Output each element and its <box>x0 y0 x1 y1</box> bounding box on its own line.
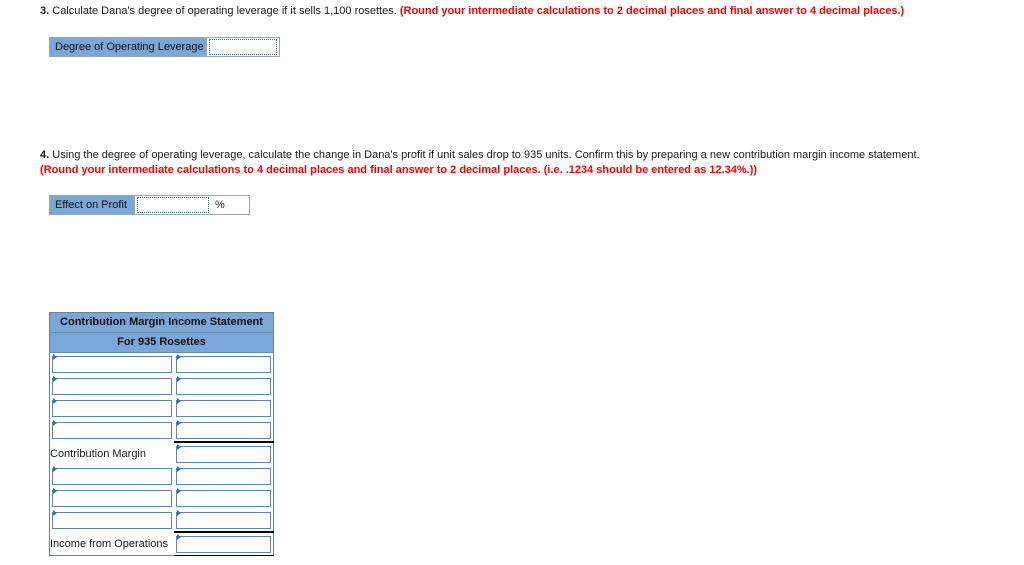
statement-row <box>49 352 274 375</box>
statement-row-value-cell <box>173 531 274 556</box>
question-4-rounding-note: (Round your intermediate calculations to… <box>40 163 758 176</box>
statement-row-value-cell <box>173 487 274 509</box>
question-4-text: Using the degree of operating leverage, … <box>52 149 920 161</box>
statement-title: Contribution Margin Income Statement <box>49 312 274 333</box>
question-4-number: 4. <box>40 149 50 161</box>
statement-row <box>49 509 274 532</box>
question-4-block: 4. Using the degree of operating leverag… <box>40 148 1000 178</box>
statement-title-row: Contribution Margin Income Statement <box>49 312 274 333</box>
question-3-number: 3. <box>40 5 50 17</box>
statement-subtitle: For 935 Rosettes <box>49 332 274 353</box>
statement-row-value-cell <box>173 441 274 465</box>
statement-row-label-input[interactable] <box>52 422 172 439</box>
statement-row-value-input[interactable] <box>175 467 271 485</box>
statement-row-value-input[interactable] <box>175 399 271 417</box>
statement-row-label-input[interactable] <box>52 399 172 417</box>
statement-row-value-cell <box>173 352 274 375</box>
statement-row-label-cell <box>49 375 174 397</box>
effect-on-profit-row: Effect on Profit % <box>49 195 250 215</box>
statement-row <box>49 397 274 419</box>
statement-row <box>49 465 274 487</box>
statement-row: Income from Operations <box>49 531 274 556</box>
effect-on-profit-input[interactable] <box>137 197 209 213</box>
statement-row-label-input[interactable] <box>52 489 172 507</box>
statement-row-label-cell <box>49 397 174 419</box>
question-3-block: 3. Calculate Dana's degree of operating … <box>40 4 1000 19</box>
statement-row-value-input[interactable] <box>175 377 271 395</box>
statement-row-label-input[interactable] <box>52 377 172 395</box>
statement-row-value-input[interactable] <box>175 355 271 373</box>
statement-row <box>49 375 274 397</box>
degree-of-operating-leverage-input[interactable] <box>209 39 277 55</box>
statement-row-value-cell <box>173 419 274 442</box>
statement-row-label-input[interactable] <box>52 355 172 373</box>
statement-subtitle-row: For 935 Rosettes <box>49 332 274 353</box>
statement-row-label: Income from Operations <box>49 532 174 556</box>
statement-row-label: Contribution Margin <box>49 442 174 465</box>
effect-on-profit-unit: % <box>211 196 249 214</box>
statement-row-label-cell <box>49 487 174 509</box>
statement-row-value-input[interactable] <box>175 445 271 463</box>
statement-body: Contribution Margin Income from Operation… <box>49 352 274 556</box>
statement-row: Contribution Margin <box>49 441 274 465</box>
degree-of-operating-leverage-row: Degree of Operating Leverage <box>49 37 280 57</box>
statement-row-value-cell <box>173 375 274 397</box>
contribution-margin-income-statement-table: Contribution Margin Income Statement For… <box>49 312 274 556</box>
statement-row-value-cell <box>173 509 274 532</box>
statement-row-value-input[interactable] <box>175 511 271 529</box>
statement-row <box>49 419 274 442</box>
effect-on-profit-label: Effect on Profit <box>50 196 135 214</box>
statement-row-label-cell <box>49 509 174 532</box>
statement-row-value-cell <box>173 397 274 419</box>
degree-of-operating-leverage-label: Degree of Operating Leverage <box>50 38 207 56</box>
statement-row <box>49 487 274 509</box>
question-3-text: Calculate Dana's degree of operating lev… <box>52 5 397 17</box>
statement-row-label-input[interactable] <box>52 467 172 485</box>
statement-row-label-input[interactable] <box>52 512 172 529</box>
statement-row-value-input[interactable] <box>175 421 271 439</box>
statement-row-value-input[interactable] <box>175 489 271 507</box>
statement-row-value-cell <box>173 465 274 487</box>
statement-row-label-cell <box>49 352 174 375</box>
statement-row-label-cell <box>49 465 174 487</box>
question-3-rounding-note: (Round your intermediate calculations to… <box>399 5 905 17</box>
statement-row-value-input[interactable] <box>175 535 271 553</box>
statement-row-label-cell <box>49 419 174 442</box>
